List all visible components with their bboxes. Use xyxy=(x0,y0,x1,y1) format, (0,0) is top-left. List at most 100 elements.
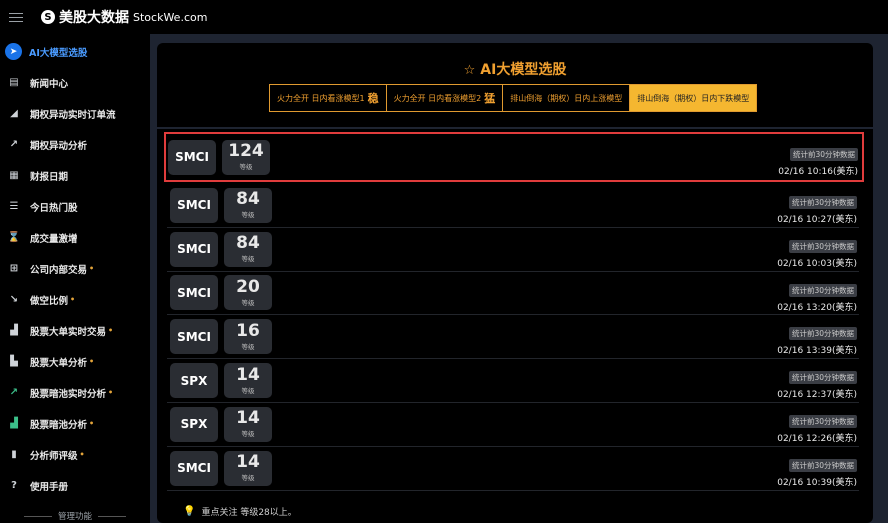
grade-label: 等级 xyxy=(241,386,255,395)
signal-row[interactable]: SPX 14 等级 统计前30分钟数据 02/16 12:26(美东) xyxy=(167,403,859,447)
signal-time: 02/16 12:26(美东) xyxy=(777,433,857,444)
brand-logo[interactable]: S 美股大数据 StockWe.com xyxy=(41,7,207,27)
sidebar-item-6[interactable]: ⌛ 成交量激增 xyxy=(0,222,150,253)
dark-pool-chart-icon: ▟ xyxy=(10,418,18,429)
sidebar-item-label: 期权异动分析 xyxy=(30,140,88,152)
new-dot-icon: • xyxy=(89,264,95,273)
grade-badge: 14 等级 xyxy=(224,406,272,442)
signal-row[interactable]: SMCI 84 等级 统计前30分钟数据 02/16 10:27(美东) xyxy=(167,184,859,228)
star-icon: ☆ xyxy=(463,63,476,78)
list-icon: ☰ xyxy=(9,201,19,212)
sidebar-item-label: 使用手册 xyxy=(30,481,69,493)
trend-down-icon: ↘ xyxy=(9,294,19,305)
new-dot-icon: • xyxy=(79,450,85,459)
sidebar-item-2[interactable]: ◢ 期权异动实时订单流 xyxy=(0,98,150,129)
signal-time: 02/16 13:39(美东) xyxy=(777,346,857,357)
tab-badge: 猛 xyxy=(484,92,496,105)
top-bar: S 美股大数据 StockWe.com xyxy=(0,0,888,34)
sidebar-item-7[interactable]: ⊞ 公司内部交易 • xyxy=(0,253,150,284)
sidebar-item-label: 股票大单分析 xyxy=(30,357,88,369)
sidebar-item-label: 股票大单实时交易 xyxy=(30,326,107,338)
sidebar-item-3[interactable]: ↗ 期权异动分析 xyxy=(0,129,150,160)
row-meta: 统计前30分钟数据 02/16 10:27(美东) xyxy=(777,190,857,225)
row-meta: 统计前30分钟数据 02/16 13:39(美东) xyxy=(777,321,857,356)
sidebar-item-13[interactable]: ▮ 分析师评级 • xyxy=(0,439,150,470)
main-panel: ☆ AI大模型选股 火力全开 日内看涨模型1 稳火力全开 日内看涨模型2 猛排山倒海（… xyxy=(157,43,873,523)
tab-model-1[interactable]: 火力全开 日内看涨模型1 稳 xyxy=(269,84,387,112)
symbol-badge[interactable]: SPX xyxy=(170,363,218,399)
news-icon: ▤ xyxy=(9,77,19,88)
line-chart-icon: ↗ xyxy=(9,139,19,150)
page-title: AI大模型选股 xyxy=(480,62,567,78)
grade-value: 20 xyxy=(236,276,260,297)
help-icon: ? xyxy=(11,480,17,491)
tab-model-3[interactable]: 排山倒海（期权）日内上涨模型 xyxy=(503,84,631,112)
symbol-badge[interactable]: SMCI xyxy=(170,450,218,486)
grade-badge: 124 等级 xyxy=(222,139,270,175)
stat-tag: 统计前30分钟数据 xyxy=(788,196,857,209)
sidebar-item-label: 股票暗池分析 xyxy=(30,419,88,431)
sidebar-item-12[interactable]: ▟ 股票暗池分析 • xyxy=(0,408,150,439)
grade-label: 等级 xyxy=(241,298,255,307)
dark-pool-live-icon: ↗ xyxy=(9,387,19,398)
symbol-badge[interactable]: SMCI xyxy=(170,231,218,267)
sidebar-item-5[interactable]: ☰ 今日热门股 xyxy=(0,191,150,222)
grade-label: 等级 xyxy=(241,342,255,351)
new-dot-icon: • xyxy=(89,419,95,428)
grade-label: 等级 xyxy=(241,255,255,264)
sidebar-item-label: 成交量激增 xyxy=(30,233,78,245)
rocket-icon: ➤ xyxy=(5,43,22,60)
tab-label: 排山倒海（期权）日内下跌模型 xyxy=(637,93,750,103)
sidebar-item-4[interactable]: ▦ 财报日期 xyxy=(0,160,150,191)
page-title-row: ☆ AI大模型选股 xyxy=(157,59,873,79)
grade-value: 14 xyxy=(236,408,260,429)
signal-row[interactable]: SMCI 14 等级 统计前30分钟数据 02/16 10:39(美东) xyxy=(167,447,859,491)
sidebar-item-9[interactable]: ▟ 股票大单实时交易 • xyxy=(0,315,150,346)
stat-tag: 统计前30分钟数据 xyxy=(788,283,857,297)
area-chart-icon: ◢ xyxy=(10,108,18,119)
bar-chart-icon: ▙ xyxy=(10,356,18,367)
grade-badge: 14 等级 xyxy=(224,363,272,399)
tab-model-2[interactable]: 火力全开 日内看涨模型2 猛 xyxy=(386,84,504,112)
symbol-badge[interactable]: SMCI xyxy=(168,139,216,175)
grade-value: 124 xyxy=(228,141,264,161)
grade-badge: 84 等级 xyxy=(224,231,272,267)
grade-badge: 14 等级 xyxy=(224,450,272,486)
symbol-badge[interactable]: SMCI xyxy=(170,275,218,311)
grade-label: 等级 xyxy=(239,163,253,171)
model-tabs: 火力全开 日内看涨模型1 稳火力全开 日内看涨模型2 猛排山倒海（期权）日内上涨模型… xyxy=(269,84,758,112)
stat-tag: 统计前30分钟数据 xyxy=(788,414,857,428)
tab-label: 火力全开 日内看涨模型1 xyxy=(277,93,365,103)
tab-badge: 稳 xyxy=(367,92,379,105)
signal-row[interactable]: SPX 14 等级 统计前30分钟数据 02/16 12:37(美东) xyxy=(167,359,859,403)
signal-row[interactable]: SMCI 124 等级 统计前30分钟数据 02/16 10:16(美东) xyxy=(164,132,864,182)
signal-time: 02/16 10:39(美东) xyxy=(777,477,857,488)
signal-row[interactable]: SMCI 16 等级 统计前30分钟数据 02/16 13:39(美东) xyxy=(167,315,859,360)
symbol-badge[interactable]: SMCI xyxy=(170,319,218,355)
new-dot-icon: • xyxy=(70,295,76,304)
sidebar-item-8[interactable]: ↘ 做空比例 • xyxy=(0,284,150,315)
signal-list: SMCI 124 等级 统计前30分钟数据 02/16 10:16(美东) SMCI 84 等… xyxy=(164,132,864,491)
grade-badge: 20 等级 xyxy=(224,275,272,311)
sidebar-item-1[interactable]: ▤ 新闻中心 xyxy=(0,67,150,98)
tab-model-4[interactable]: 排山倒海（期权）日内下跌模型 xyxy=(630,84,758,112)
signal-row[interactable]: SMCI 84 等级 统计前30分钟数据 02/16 10:03(美东) xyxy=(167,228,859,272)
signal-time: 02/16 10:27(美东) xyxy=(777,215,857,225)
sidebar-item-label: 新闻中心 xyxy=(30,78,69,90)
sidebar-item-label: 股票暗池实时分析 xyxy=(30,388,107,400)
row-meta: 统计前30分钟数据 02/16 12:26(美东) xyxy=(777,409,857,444)
sidebar-item-10[interactable]: ▙ 股票大单分析 • xyxy=(0,346,150,377)
sidebar-item-label: AI大模型选股 xyxy=(29,47,88,59)
row-meta: 统计前30分钟数据 02/16 10:39(美东) xyxy=(777,453,857,488)
sidebar-item-label: 财报日期 xyxy=(30,171,69,183)
stat-tag: 统计前30分钟数据 xyxy=(788,327,857,341)
sidebar-item-11[interactable]: ↗ 股票暗池实时分析 • xyxy=(0,377,150,408)
sidebar-item-14[interactable]: ? 使用手册 xyxy=(0,470,150,501)
menu-icon[interactable] xyxy=(9,12,23,22)
grade-value: 14 xyxy=(236,364,260,385)
symbol-badge[interactable]: SPX xyxy=(170,406,218,442)
sidebar-item-0[interactable]: ➤ AI大模型选股 xyxy=(0,36,150,67)
sidebar-item-label: 做空比例 xyxy=(30,295,69,307)
symbol-badge[interactable]: SMCI xyxy=(170,187,218,223)
signal-row[interactable]: SMCI 20 等级 统计前30分钟数据 02/16 13:20(美东) xyxy=(167,272,859,316)
